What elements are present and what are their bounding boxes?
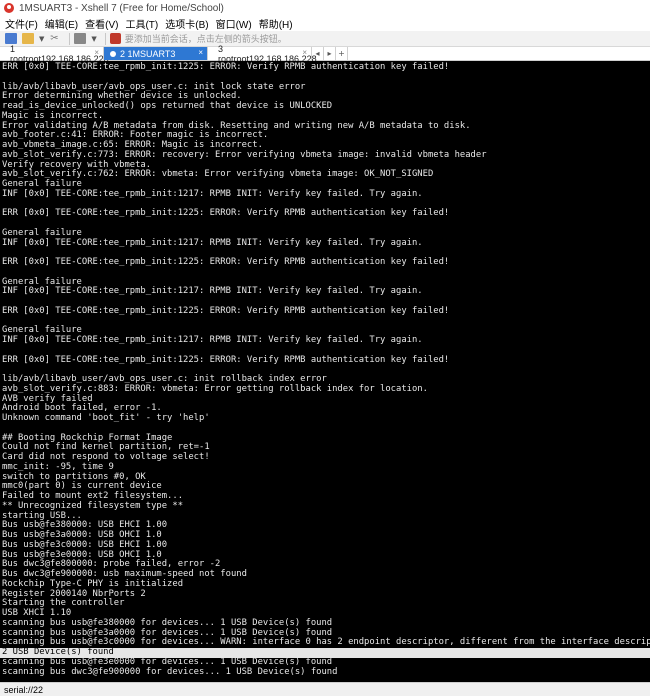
terminal-line: ** Unrecognized filesystem type ** xyxy=(2,500,184,511)
menu-item[interactable]: 窗口(W) xyxy=(216,16,252,31)
menu-item[interactable]: 文件(F) xyxy=(5,16,38,31)
terminal-line: INF [0x0] TEE-CORE:tee_rpmb_init:1217: R… xyxy=(2,286,423,297)
session-tab-label: 2 1MSUART3 xyxy=(120,48,176,59)
open-folder-icon[interactable] xyxy=(22,33,34,44)
session-tab[interactable]: 1 rootroot192.168.186.228 × xyxy=(0,44,109,64)
disconnect-icon[interactable]: ✂ xyxy=(48,33,60,44)
menu-item[interactable]: 帮助(H) xyxy=(259,16,293,31)
chevron-down-icon[interactable]: ▼ xyxy=(39,35,44,43)
new-session-icon[interactable] xyxy=(5,33,17,44)
title-bar: 1MSUART3 - Xshell 7 (Free for Home/Schoo… xyxy=(0,0,650,16)
properties-icon[interactable] xyxy=(74,33,87,44)
terminal-line: ERR [0x0] TEE-CORE:tee_rpmb_init:1225: E… xyxy=(2,208,450,219)
menu-bar: 文件(F) 编辑(E) 查看(V) 工具(T) 选项卡(B) 窗口(W) 帮助(H) xyxy=(0,16,650,31)
terminal-line: scanning bus dwc3@fe900000 for devices..… xyxy=(2,666,338,677)
terminal-line: avb_slot_verify.c:883: ERROR: vbmeta: Er… xyxy=(2,383,428,394)
terminal-line: ERR [0x0] TEE-CORE:tee_rpmb_init:1225: E… xyxy=(2,62,450,72)
terminal-line: INF [0x0] TEE-CORE:tee_rpmb_init:1217: R… xyxy=(2,188,423,199)
terminal-output[interactable]: ERR [0x0] TEE-CORE:tee_rpmb_init:1225: E… xyxy=(0,61,650,682)
add-session-arrow-icon[interactable] xyxy=(109,33,121,44)
terminal-line: Starting the controller xyxy=(2,598,125,609)
terminal-line: Unknown command 'boot_fit' - try 'help' xyxy=(2,413,210,423)
terminal-line: ERR [0x0] TEE-CORE:tee_rpmb_init:1225: E… xyxy=(2,354,450,365)
close-icon[interactable]: × xyxy=(198,48,203,57)
session-tab[interactable]: 3 rootroot192.168.186.228 × xyxy=(208,44,317,64)
connection-status: serial://22 xyxy=(4,684,44,695)
close-icon[interactable]: × xyxy=(302,48,307,57)
terminal-line: INF [0x0] TEE-CORE:tee_rpmb_init:1217: R… xyxy=(2,335,423,345)
menu-item[interactable]: 查看(V) xyxy=(85,16,118,31)
terminal-line: avb_slot_verify.c:762: ERROR: vbmeta: Er… xyxy=(2,169,434,180)
status-bar: serial://22 xyxy=(0,682,650,696)
tab-scroll-right-icon[interactable]: ▸ xyxy=(324,47,336,60)
session-tab-bar: 1 rootroot192.168.186.228 × 2 1MSUART3 × 3 r… xyxy=(0,44,650,64)
close-icon[interactable]: × xyxy=(94,48,99,57)
menu-item[interactable]: 编辑(E) xyxy=(45,16,78,31)
menu-item[interactable]: 选项卡(B) xyxy=(165,16,208,31)
chevron-down-icon[interactable]: ▼ xyxy=(91,35,96,43)
terminal-line: ERR [0x0] TEE-CORE:tee_rpmb_init:1225: E… xyxy=(2,305,450,316)
session-status-icon xyxy=(110,50,116,57)
add-tab-button[interactable]: + xyxy=(336,47,348,60)
menu-item[interactable]: 工具(T) xyxy=(125,16,158,31)
terminal-line: ERR [0x0] TEE-CORE:tee_rpmb_init:1225: E… xyxy=(2,257,450,267)
terminal-line: INF [0x0] TEE-CORE:tee_rpmb_init:1217: R… xyxy=(2,237,423,248)
session-tab[interactable]: 2 1MSUART3 × xyxy=(104,47,208,60)
window-title: 1MSUART3 - Xshell 7 (Free for Home/Schoo… xyxy=(19,2,224,14)
xshell-app-icon xyxy=(4,3,14,13)
